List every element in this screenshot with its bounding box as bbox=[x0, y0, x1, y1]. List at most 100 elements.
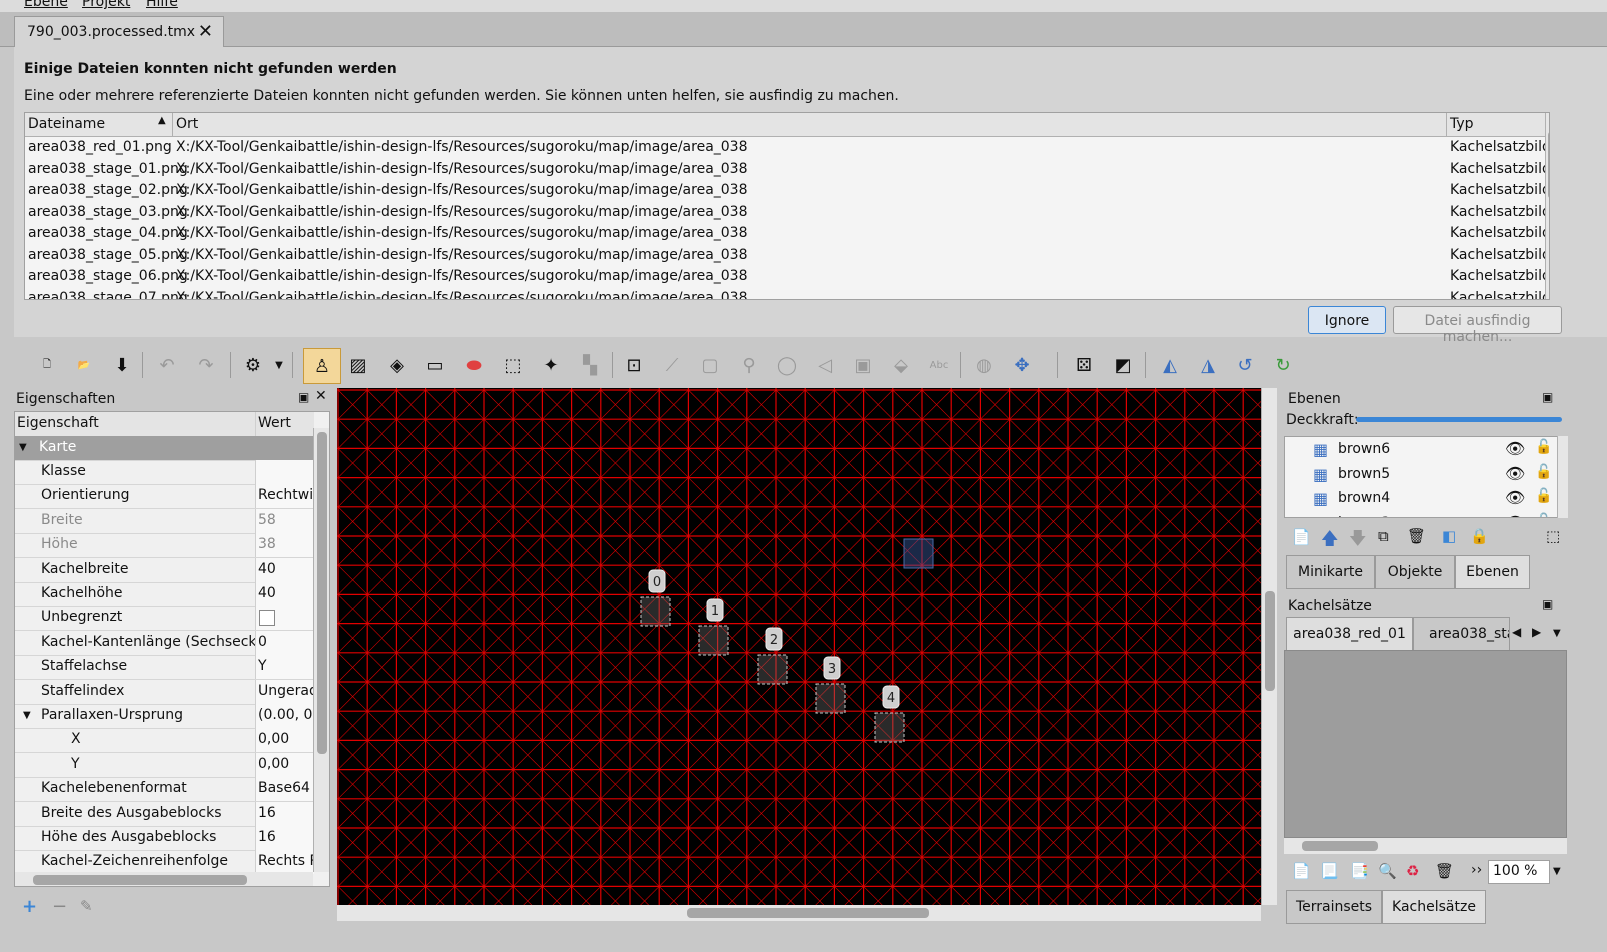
flip-horizontal-icon[interactable]: ◭ bbox=[1157, 352, 1183, 378]
eye-icon[interactable]: 👁 bbox=[1505, 513, 1525, 518]
property-row[interactable]: Unbegrenzt bbox=[15, 606, 314, 632]
undo-icon[interactable]: ↶ bbox=[154, 352, 180, 378]
property-value[interactable]: Ungerade bbox=[258, 683, 313, 699]
eye-icon[interactable]: 👁 bbox=[1505, 439, 1525, 458]
scrollbar-thumb[interactable] bbox=[1302, 841, 1378, 851]
scrollbar-thumb[interactable] bbox=[687, 908, 929, 918]
scrollbar-thumb[interactable] bbox=[1265, 591, 1275, 691]
property-row[interactable]: Kachelebenenformat Base64 (zlib) bbox=[15, 777, 314, 803]
tileset-tab-stage01[interactable]: area038_stage_01 bbox=[1413, 617, 1510, 651]
property-value[interactable]: 16 bbox=[258, 829, 313, 845]
property-row[interactable]: Breite des Ausgabeblocks 16 bbox=[15, 801, 314, 827]
column-ort[interactable]: Ort bbox=[176, 116, 198, 132]
new-tileset-icon[interactable]: 📄 bbox=[1292, 862, 1311, 880]
tab-kachelsaetze[interactable]: Kachelsätze bbox=[1382, 890, 1486, 924]
tab-ebenen[interactable]: Ebenen bbox=[1455, 555, 1530, 589]
eraser-icon[interactable]: ⬬ bbox=[461, 352, 487, 378]
document-tab[interactable]: 790_003.processed.tmx ✕ bbox=[14, 16, 224, 47]
magic-wand-icon[interactable]: ✦ bbox=[538, 352, 564, 378]
property-row[interactable]: ▼ Parallaxen-Ursprung (0.00, 0.00) bbox=[15, 704, 314, 729]
tileset-tab-red01[interactable]: area038_red_01 bbox=[1286, 617, 1413, 651]
insert-ellipse-icon[interactable]: ◯ bbox=[774, 352, 800, 378]
bucket-fill-icon[interactable]: ◈ bbox=[384, 352, 410, 378]
table-row[interactable]: area038_stage_02.png X:/KX-Tool/Genkaibat… bbox=[25, 180, 1549, 201]
delete-layer-icon[interactable]: 🗑 bbox=[1407, 527, 1426, 545]
unlock-icon[interactable]: 🔓 bbox=[1535, 488, 1552, 504]
property-row[interactable]: Kachelbreite 40 bbox=[15, 557, 314, 583]
rotate-left-icon[interactable]: ↺ bbox=[1232, 352, 1258, 378]
table-row[interactable]: area038_stage_05.png X:/KX-Tool/Genkaibat… bbox=[25, 245, 1549, 266]
column-dateiname[interactable]: Dateiname bbox=[28, 116, 105, 132]
remove-tileset-icon[interactable]: 🗑 bbox=[1435, 862, 1454, 880]
raise-layer-icon[interactable]: 🡅 bbox=[1321, 526, 1338, 555]
property-row[interactable]: Klasse bbox=[15, 460, 314, 485]
property-value[interactable]: 40 bbox=[258, 561, 313, 577]
unlock-icon[interactable]: 🔓 bbox=[1535, 464, 1552, 480]
tab-minikarte[interactable]: Minikarte bbox=[1286, 555, 1375, 589]
menu-ebene[interactable]: Ebene bbox=[24, 0, 68, 10]
marker-tile[interactable] bbox=[640, 596, 671, 627]
property-row[interactable]: Staffelachse Y bbox=[15, 655, 314, 681]
scroll-down-icon[interactable]: ▼ bbox=[1549, 283, 1550, 293]
float-panel-icon[interactable]: ▣ bbox=[1542, 597, 1553, 611]
map-hscrollbar[interactable] bbox=[337, 905, 1261, 921]
property-value[interactable]: 0 bbox=[258, 634, 313, 650]
collapse-arrow-icon[interactable]: ▼ bbox=[19, 442, 27, 453]
scrollbar-thumb[interactable] bbox=[1548, 131, 1549, 199]
layer-item[interactable]: ▦ brown4 👁 🔓 bbox=[1285, 487, 1557, 511]
table-vscrollbar[interactable]: ▲ ▼ bbox=[1545, 113, 1550, 299]
select-objects-icon[interactable]: ⊡ bbox=[621, 352, 647, 378]
add-property-button[interactable]: + bbox=[22, 896, 37, 917]
collapse-arrow-icon[interactable]: ▼ bbox=[23, 710, 31, 721]
property-value[interactable]: Base64 (zlib) bbox=[258, 780, 313, 796]
edit-tileset-icon[interactable]: 🔍 bbox=[1378, 862, 1397, 880]
redo-icon[interactable]: ↷ bbox=[193, 352, 219, 378]
property-row[interactable]: Höhe des Ausgabeblocks 16 bbox=[15, 826, 314, 851]
scrollbar-thumb[interactable] bbox=[33, 875, 247, 885]
more-actions-icon[interactable]: ›› bbox=[1471, 862, 1482, 878]
column-typ[interactable]: Typ bbox=[1450, 116, 1474, 132]
properties-hscrollbar[interactable] bbox=[15, 872, 313, 886]
property-value[interactable]: 58 bbox=[258, 512, 313, 528]
locate-file-button[interactable]: Datei ausfindig machen... bbox=[1393, 306, 1562, 345]
marker-tile[interactable] bbox=[815, 683, 846, 714]
property-row[interactable]: Y 0,00 bbox=[15, 752, 314, 778]
unlock-icon[interactable]: 🔓 bbox=[1535, 513, 1552, 518]
command-icon[interactable]: ⚙ bbox=[240, 352, 266, 378]
property-value[interactable]: Y bbox=[258, 658, 313, 674]
edit-polygons-icon[interactable]: ⟋ bbox=[659, 352, 685, 378]
eye-icon[interactable]: 👁 bbox=[1505, 464, 1525, 483]
rotate-right-icon[interactable]: ↻ bbox=[1270, 352, 1296, 378]
random-mode-icon[interactable]: ⚄ bbox=[1071, 352, 1097, 378]
opacity-slider[interactable] bbox=[1356, 417, 1562, 422]
float-panel-icon[interactable]: ▣ bbox=[1542, 390, 1553, 404]
hovered-tile[interactable] bbox=[903, 538, 934, 569]
marker-tile[interactable] bbox=[757, 654, 788, 685]
new-map-icon[interactable]: 🗋 bbox=[34, 352, 60, 378]
property-row[interactable]: Kachel-Kantenlänge (Sechseck) 0 bbox=[15, 630, 314, 656]
remove-property-button[interactable]: − bbox=[52, 896, 67, 917]
layer-offset-icon[interactable]: ◍ bbox=[971, 352, 997, 378]
flip-vertical-icon[interactable]: ◮ bbox=[1195, 352, 1221, 378]
replace-tileset-icon[interactable]: ♻ bbox=[1406, 862, 1419, 880]
insert-rectangle-icon[interactable]: ▢ bbox=[697, 352, 723, 378]
ignore-button[interactable]: Ignore bbox=[1308, 306, 1386, 334]
property-value[interactable]: 16 bbox=[258, 805, 313, 821]
property-value[interactable]: Rechts Runter bbox=[258, 853, 313, 869]
layer-item[interactable]: ▦ brown5 👁 🔓 bbox=[1285, 463, 1557, 487]
property-value[interactable]: 0,00 bbox=[258, 756, 313, 772]
insert-template-icon[interactable]: ⬙ bbox=[888, 352, 914, 378]
chevron-down-icon[interactable]: ▼ bbox=[266, 352, 292, 378]
lower-layer-icon[interactable]: 🡇 bbox=[1349, 526, 1366, 555]
stamp-brush-icon[interactable]: ♙ bbox=[303, 348, 341, 384]
insert-polygon-icon[interactable]: ◁ bbox=[812, 352, 838, 378]
tileset-view[interactable] bbox=[1284, 650, 1567, 838]
layer-item[interactable]: ▦ brown3 👁 🔓 bbox=[1285, 512, 1557, 518]
tab-terrainsets[interactable]: Terrainsets bbox=[1286, 890, 1382, 924]
properties-vscrollbar[interactable] bbox=[313, 428, 329, 872]
table-row[interactable]: area038_stage_04.png X:/KX-Tool/Genkaibat… bbox=[25, 223, 1549, 244]
lock-layer-icon[interactable]: 🔒 bbox=[1470, 527, 1489, 545]
select-same-tile-icon[interactable]: ▚ bbox=[577, 352, 603, 378]
unbounded-checkbox[interactable] bbox=[259, 610, 275, 627]
float-panel-icon[interactable]: ▣ bbox=[298, 390, 309, 404]
